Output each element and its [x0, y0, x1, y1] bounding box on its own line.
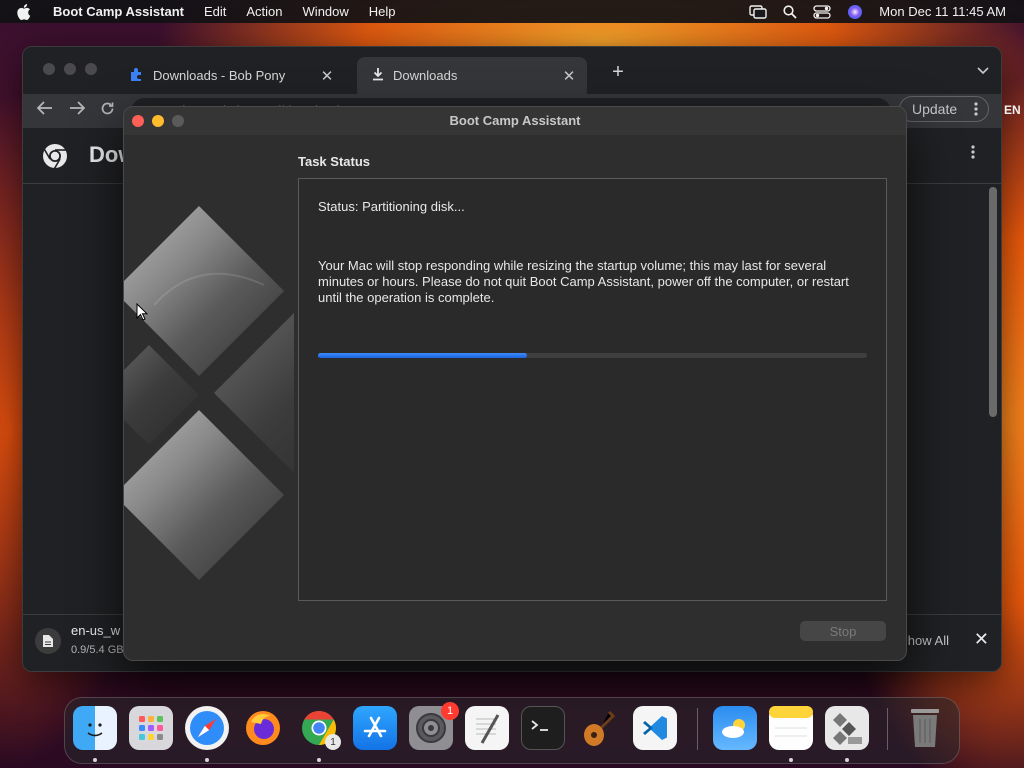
tab-downloads-bob-pony[interactable]: Downloads - Bob Pony ✕ [115, 57, 345, 94]
running-indicator [205, 758, 209, 762]
progress-bar [318, 353, 867, 358]
chrome-menu-kebab-icon[interactable] [974, 101, 978, 120]
input-source-indicator[interactable]: EN [1004, 103, 1021, 117]
tab-downloads[interactable]: Downloads ✕ [357, 57, 587, 94]
chrome-tab-strip: Downloads - Bob Pony ✕ Downloads ✕ + [23, 47, 1001, 94]
system-settings-icon[interactable]: 1 [409, 702, 459, 750]
dock-separator [697, 708, 698, 750]
tab-close-icon[interactable]: ✕ [317, 66, 337, 86]
firefox-icon[interactable] [241, 706, 285, 750]
menu-window[interactable]: Window [303, 4, 349, 19]
download-filename: en-us_w [71, 623, 121, 638]
close-shelf-icon[interactable]: ✕ [974, 629, 989, 650]
running-indicator [317, 758, 321, 762]
finder-icon[interactable] [73, 706, 117, 750]
status-description: Your Mac will stop responding while resi… [318, 258, 849, 305]
chrome-icon[interactable]: 1 [297, 706, 341, 750]
dock-separator [887, 708, 888, 750]
menu-action[interactable]: Action [246, 4, 282, 19]
chrome-traffic-lights [43, 63, 97, 75]
boot-camp-assistant-dock-icon[interactable] [825, 706, 869, 750]
apple-menu-icon[interactable] [17, 2, 37, 22]
chrome-close-button[interactable] [43, 63, 55, 75]
window-titlebar: Boot Camp Assistant [124, 107, 906, 135]
screen-mirroring-icon[interactable] [749, 4, 767, 19]
notes-icon[interactable] [769, 706, 813, 750]
forward-arrow-icon[interactable] [69, 101, 86, 120]
running-indicator [845, 758, 849, 762]
control-center-icon[interactable] [813, 4, 831, 19]
running-indicator [93, 758, 97, 762]
downloads-menu-kebab-icon[interactable] [971, 144, 975, 165]
tab-search-chevron-icon[interactable] [977, 63, 989, 78]
update-button[interactable]: Update [899, 96, 989, 122]
menubar-clock[interactable]: Mon Dec 11 11:45 AM [879, 4, 1006, 19]
window-title: Boot Camp Assistant [449, 113, 581, 128]
download-item[interactable]: en-us_w 0.9/5.4 GB, [35, 623, 127, 656]
menu-help[interactable]: Help [369, 4, 396, 19]
vscode-icon[interactable] [633, 706, 677, 750]
menu-edit[interactable]: Edit [204, 4, 226, 19]
siri-icon[interactable] [847, 4, 863, 20]
status-text: Status: Partitioning disk... [318, 199, 465, 214]
mouse-pointer-icon [136, 302, 149, 324]
menu-bar: Boot Camp Assistant Edit Action Window H… [0, 0, 1024, 23]
show-all-button[interactable]: how All [908, 633, 949, 648]
chrome-zoom-button[interactable] [85, 63, 97, 75]
tab-close-icon[interactable]: ✕ [559, 66, 579, 86]
chrome-logo-icon [41, 142, 69, 173]
section-title: Task Status [298, 154, 371, 169]
back-arrow-icon[interactable] [36, 101, 53, 120]
trash-icon[interactable] [903, 706, 947, 750]
chrome-minimize-button[interactable] [64, 63, 76, 75]
new-tab-plus-icon[interactable]: + [608, 61, 628, 83]
puzzle-favicon-icon [129, 66, 145, 85]
progress-fill [318, 353, 527, 358]
boot-camp-logo-icon [124, 135, 294, 660]
tab-title: Downloads - Bob Pony [153, 68, 286, 83]
chrome-download-badge: 1 [325, 734, 341, 750]
download-progress-text: 0.9/5.4 GB, [71, 644, 127, 656]
notification-badge: 1 [441, 702, 459, 720]
dock: 1 1 [64, 697, 960, 764]
garageband-icon[interactable] [577, 706, 621, 750]
launchpad-icon[interactable] [129, 706, 173, 750]
terminal-icon[interactable] [521, 706, 565, 750]
search-icon[interactable] [783, 4, 797, 19]
task-status-panel: Status: Partitioning disk... Your Mac wi… [298, 178, 887, 601]
menu-app-name[interactable]: Boot Camp Assistant [53, 4, 184, 19]
weather-icon[interactable] [713, 706, 757, 750]
textedit-icon[interactable] [465, 706, 509, 750]
tab-title: Downloads [393, 68, 458, 83]
file-icon [35, 628, 61, 654]
safari-icon[interactable] [185, 706, 229, 750]
reload-icon[interactable] [100, 101, 115, 121]
running-indicator [789, 758, 793, 762]
boot-camp-assistant-window: Boot Camp Assistant Task Status Status: … [123, 106, 907, 661]
stop-button[interactable]: Stop [800, 621, 886, 641]
page-scrollbar[interactable] [989, 187, 997, 417]
download-favicon-icon [371, 67, 385, 84]
update-label: Update [912, 101, 958, 117]
app-store-icon[interactable] [353, 706, 397, 750]
